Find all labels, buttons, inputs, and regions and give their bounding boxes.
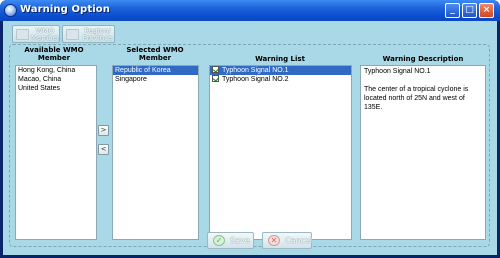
region-icon xyxy=(66,29,79,40)
list-item-label: Hong Kong, China xyxy=(18,67,76,74)
selected-member-list[interactable]: Republic of Korea Singapore xyxy=(112,65,199,240)
checkmark-icon: ✓ xyxy=(213,235,225,246)
cancel-icon: ✕ xyxy=(268,235,280,246)
save-button[interactable]: ✓ Save xyxy=(207,232,254,249)
warning-description-header: Warning Description xyxy=(382,55,464,63)
remove-member-button[interactable]: < xyxy=(98,144,109,155)
globe-icon xyxy=(4,4,17,17)
minimize-button[interactable]: _ xyxy=(445,3,460,18)
list-item-label: Macao, China xyxy=(18,76,62,83)
title-bar[interactable]: Warning Option _ □ × xyxy=(0,0,500,21)
list-item-label: Republic of Korea xyxy=(115,67,171,74)
dialog-body: WMO Member Region/ Province Available WM… xyxy=(3,21,497,255)
wmo-member-label: WMO Member xyxy=(31,27,60,42)
list-item-label: United States xyxy=(18,85,61,92)
list-item[interactable]: Singapore xyxy=(113,75,198,84)
warning-item-label: Typhoon Signal NO.2 xyxy=(222,76,289,83)
window-title: Warning Option xyxy=(20,4,110,15)
add-member-button[interactable]: > xyxy=(98,125,109,136)
list-item[interactable]: Macao, China xyxy=(16,75,96,84)
region-province-toolbar-button[interactable]: Region/ Province xyxy=(62,25,115,43)
warning-item-label: Typhoon Signal NO.1 xyxy=(222,67,289,74)
wmo-member-toolbar-button[interactable]: WMO Member xyxy=(12,25,60,43)
warning-list[interactable]: Typhoon Signal NO.1 Typhoon Signal NO.2 xyxy=(209,65,352,240)
list-item-label: Singapore xyxy=(115,76,147,83)
warning-description-text: The center of a tropical cyclone is loca… xyxy=(364,86,469,111)
warning-checkbox[interactable] xyxy=(212,66,219,73)
region-province-label: Region/ Province xyxy=(82,27,113,42)
cancel-label: Cancel xyxy=(285,236,313,245)
available-member-list[interactable]: Hong Kong, China Macao, China United State… xyxy=(15,65,97,240)
warning-list-header: Warning List xyxy=(255,55,305,63)
member-icon xyxy=(16,29,29,40)
warning-item[interactable]: Typhoon Signal NO.2 xyxy=(210,75,351,84)
cancel-button[interactable]: ✕ Cancel xyxy=(262,232,312,249)
warning-description-box: Typhoon Signal NO.1 The center of a trop… xyxy=(360,65,486,240)
selected-member-header: Selected WMO Member xyxy=(126,46,184,62)
warning-option-window: Warning Option _ □ × WMO Member Region/ … xyxy=(0,0,500,258)
list-item[interactable]: Republic of Korea xyxy=(113,66,198,75)
save-label: Save xyxy=(230,236,250,245)
maximize-button[interactable]: □ xyxy=(462,3,477,18)
list-item[interactable]: United States xyxy=(16,84,96,93)
available-member-header: Available WMO Member xyxy=(24,46,84,62)
close-button[interactable]: × xyxy=(479,3,494,18)
warning-item[interactable]: Typhoon Signal NO.1 xyxy=(210,66,351,75)
list-item[interactable]: Hong Kong, China xyxy=(16,66,96,75)
warning-description-title: Typhoon Signal NO.1 xyxy=(364,68,431,75)
warning-checkbox[interactable] xyxy=(212,75,219,82)
